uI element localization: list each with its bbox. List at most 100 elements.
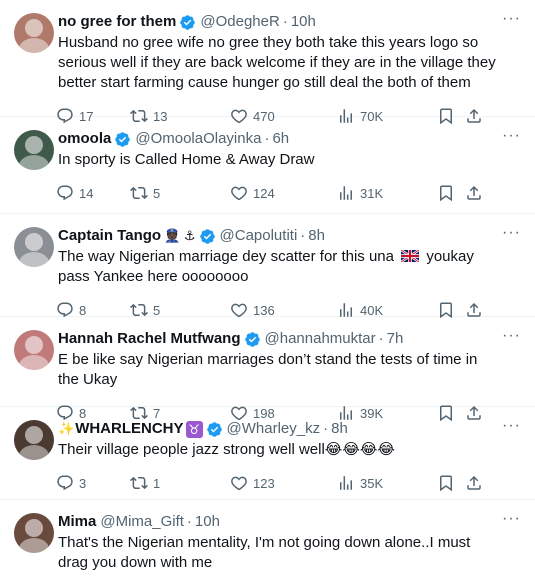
- tweet-text: The way Nigerian marriage dey scatter fo…: [58, 247, 519, 287]
- reply-tweet[interactable]: Hannah Rachel Mutfwang @hannahmuktar · 7…: [0, 317, 535, 407]
- like-button[interactable]: 124: [230, 184, 337, 202]
- timestamp[interactable]: 6h: [272, 129, 289, 149]
- heart-icon: [230, 474, 248, 492]
- avatar[interactable]: [14, 513, 54, 553]
- views-button[interactable]: 35K: [337, 474, 437, 492]
- view-count: 31K: [360, 185, 384, 201]
- tweet-header: ✨ WHARLENCHY ♉ @Wharley_kz · 8h: [58, 419, 519, 439]
- user-handle[interactable]: @Mima_Gift: [100, 512, 184, 532]
- reply-button[interactable]: 14: [56, 184, 130, 202]
- display-name[interactable]: WHARLENCHY: [75, 419, 183, 439]
- reply-icon: [56, 474, 74, 492]
- bookmark-button[interactable]: [437, 184, 465, 202]
- separator-dot: ·: [378, 330, 384, 347]
- share-button[interactable]: [465, 474, 485, 492]
- reply-tweet[interactable]: ✨ WHARLENCHY ♉ @Wharley_kz · 8h ··· Thei…: [0, 407, 535, 500]
- sparkles-icon: ✨: [58, 421, 75, 436]
- timestamp[interactable]: 8h: [308, 226, 325, 246]
- tweet-text: Their village people jazz strong well we…: [58, 440, 519, 460]
- replies-feed: no gree for them @OdegheR · 10h ··· Husb…: [0, 0, 535, 581]
- tweet-text: Husband no gree wife no gree they both t…: [58, 34, 496, 91]
- reply-count: 3: [79, 475, 87, 491]
- reply-button[interactable]: 3: [56, 474, 130, 492]
- tweet-text-part: The way Nigerian marriage dey scatter fo…: [58, 248, 394, 265]
- tweet-text: That's the Nigerian mentality, I'm not g…: [58, 534, 471, 571]
- like-button[interactable]: 123: [230, 474, 337, 492]
- bookmark-icon: [437, 184, 455, 202]
- like-count: 124: [253, 185, 275, 201]
- tweet-header: Captain Tango 👮🏿 ⚓ @Capolutiti · 8h: [58, 226, 519, 246]
- timestamp[interactable]: 8h: [331, 419, 348, 439]
- bookmark-button[interactable]: [437, 474, 465, 492]
- avatar[interactable]: [14, 420, 54, 460]
- user-handle[interactable]: @hannahmuktar: [265, 329, 376, 349]
- display-name[interactable]: Hannah Rachel Mutfwang: [58, 329, 241, 349]
- display-name[interactable]: no gree for them: [58, 12, 176, 32]
- reply-icon: [56, 184, 74, 202]
- retweet-count: 1: [153, 475, 161, 491]
- retweet-button[interactable]: 1: [130, 474, 230, 492]
- tweet-text: In sporty is Called Home & Away Draw: [58, 151, 315, 168]
- separator-dot: ·: [300, 227, 306, 244]
- tweet-text-part: Their village people jazz strong well we…: [58, 441, 325, 458]
- tweet-header: no gree for them @OdegheR · 10h: [58, 12, 519, 32]
- tweet-header: Mima @Mima_Gift · 10h: [58, 512, 519, 532]
- retweet-icon: [130, 474, 148, 492]
- views-button[interactable]: 31K: [337, 184, 437, 202]
- view-count: 35K: [360, 475, 384, 491]
- more-dots-icon[interactable]: ···: [502, 225, 521, 241]
- retweet-count: 5: [153, 302, 161, 318]
- share-icon: [465, 474, 483, 492]
- like-count: 123: [253, 475, 275, 491]
- verified-badge-icon: [206, 421, 223, 438]
- laughing-emoji: 😂😂😂😂: [324, 441, 395, 458]
- share-button[interactable]: [465, 184, 485, 202]
- user-handle[interactable]: @Capolutiti: [220, 226, 298, 246]
- more-dots-icon[interactable]: ···: [502, 128, 521, 144]
- taurus-icon: ♉: [185, 420, 203, 438]
- heart-icon: [230, 184, 248, 202]
- tweet-header: Hannah Rachel Mutfwang @hannahmuktar · 7…: [58, 329, 519, 349]
- more-dots-icon[interactable]: ···: [502, 11, 521, 27]
- separator-dot: ·: [282, 13, 288, 30]
- view-count: 40K: [360, 302, 384, 318]
- like-count: 136: [253, 302, 275, 318]
- verified-badge-icon: [199, 228, 216, 245]
- views-chart-icon: [337, 184, 355, 202]
- display-name[interactable]: omoola: [58, 129, 111, 149]
- more-dots-icon[interactable]: ···: [502, 511, 521, 527]
- reply-tweet[interactable]: Captain Tango 👮🏿 ⚓ @Capolutiti · 8h ··· …: [0, 214, 535, 317]
- more-dots-icon[interactable]: ···: [502, 418, 521, 434]
- user-handle[interactable]: @Wharley_kz: [227, 419, 321, 439]
- user-handle[interactable]: @OdegheR: [200, 12, 279, 32]
- tweet-text: E be like say Nigerian marriages don’t s…: [58, 351, 478, 388]
- timestamp[interactable]: 10h: [291, 12, 316, 32]
- reply-count: 14: [79, 185, 94, 201]
- retweet-icon: [130, 184, 148, 202]
- user-handle[interactable]: @OmoolaOlayinka: [135, 129, 261, 149]
- reply-tweet[interactable]: Mima @Mima_Gift · 10h ··· That's the Nig…: [0, 500, 535, 581]
- display-name[interactable]: Captain Tango: [58, 226, 161, 246]
- reply-tweet[interactable]: no gree for them @OdegheR · 10h ··· Husb…: [0, 0, 535, 117]
- verified-badge-icon: [179, 14, 196, 31]
- display-name[interactable]: Mima: [58, 512, 96, 532]
- separator-dot: ·: [186, 513, 192, 530]
- avatar[interactable]: [14, 130, 54, 170]
- avatar[interactable]: [14, 227, 54, 267]
- share-icon: [465, 184, 483, 202]
- tweet-actions: 14 5 124 31K: [56, 170, 519, 216]
- retweet-count: 5: [153, 185, 161, 201]
- timestamp[interactable]: 10h: [195, 512, 220, 532]
- views-chart-icon: [337, 474, 355, 492]
- avatar[interactable]: [14, 13, 54, 53]
- reply-tweet[interactable]: omoola @OmoolaOlayinka · 6h ··· In sport…: [0, 117, 535, 214]
- timestamp[interactable]: 7h: [387, 329, 404, 349]
- bookmark-icon: [437, 474, 455, 492]
- verified-badge-icon: [244, 331, 261, 348]
- separator-dot: ·: [264, 130, 270, 147]
- retweet-button[interactable]: 5: [130, 184, 230, 202]
- verified-badge-icon: [114, 131, 131, 148]
- uk-flag-icon: [401, 250, 420, 262]
- more-dots-icon[interactable]: ···: [502, 328, 521, 344]
- avatar[interactable]: [14, 330, 54, 370]
